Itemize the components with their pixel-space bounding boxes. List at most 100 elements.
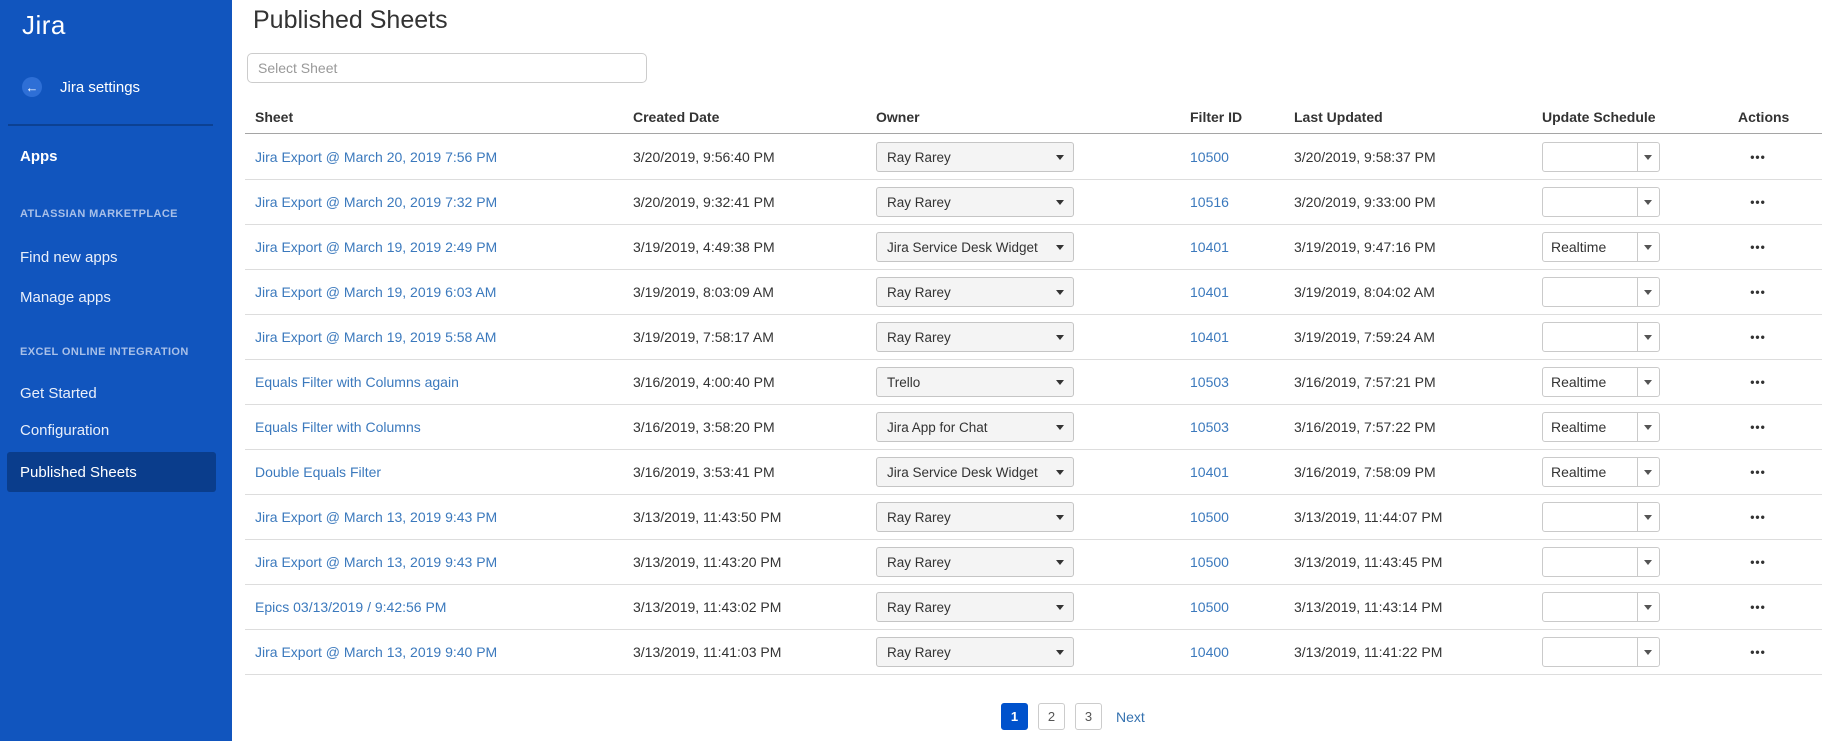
owner-select[interactable]: Ray Rarey bbox=[876, 502, 1074, 532]
update-schedule-select[interactable]: Realtime bbox=[1542, 232, 1660, 262]
actions-ellipsis-button[interactable]: ••• bbox=[1735, 285, 1781, 299]
filter-id-link[interactable]: 10516 bbox=[1190, 194, 1229, 210]
owner-select[interactable]: Ray Rarey bbox=[876, 142, 1074, 172]
table-header-row: SheetCreated DateOwnerFilter IDLast Upda… bbox=[245, 100, 1822, 134]
owner-select-value: Jira App for Chat bbox=[887, 420, 988, 435]
update-schedule-select[interactable] bbox=[1542, 502, 1660, 532]
sheet-link[interactable]: Jira Export @ March 20, 2019 7:56 PM bbox=[255, 149, 497, 165]
actions-ellipsis-button[interactable]: ••• bbox=[1735, 330, 1781, 344]
page-title: Published Sheets bbox=[253, 6, 448, 35]
dropdown-arrow-button[interactable] bbox=[1637, 188, 1659, 216]
sheet-link[interactable]: Equals Filter with Columns bbox=[255, 419, 421, 435]
filter-id-link[interactable]: 10401 bbox=[1190, 464, 1229, 480]
sheet-link[interactable]: Double Equals Filter bbox=[255, 464, 381, 480]
back-to-jira-settings-button[interactable]: ← Jira settings bbox=[22, 76, 140, 98]
dropdown-arrow-button[interactable] bbox=[1637, 548, 1659, 576]
update-schedule-select[interactable]: Realtime bbox=[1542, 367, 1660, 397]
owner-select[interactable]: Ray Rarey bbox=[876, 322, 1074, 352]
owner-select[interactable]: Trello bbox=[876, 367, 1074, 397]
dropdown-arrow-button[interactable] bbox=[1637, 143, 1659, 171]
actions-ellipsis-button[interactable]: ••• bbox=[1735, 420, 1781, 434]
update-schedule-select[interactable] bbox=[1542, 142, 1660, 172]
sheet-link[interactable]: Jira Export @ March 13, 2019 9:43 PM bbox=[255, 554, 497, 570]
dropdown-arrow-button[interactable] bbox=[1637, 638, 1659, 666]
sheet-link[interactable]: Epics 03/13/2019 / 9:42:56 PM bbox=[255, 599, 446, 615]
created-date-value: 3/13/2019, 11:41:03 PM bbox=[633, 644, 781, 660]
owner-select[interactable]: Ray Rarey bbox=[876, 637, 1074, 667]
actions-ellipsis-button[interactable]: ••• bbox=[1735, 150, 1781, 164]
actions-ellipsis-button[interactable]: ••• bbox=[1735, 510, 1781, 524]
update-schedule-select[interactable] bbox=[1542, 592, 1660, 622]
update-schedule-select[interactable]: Realtime bbox=[1542, 412, 1660, 442]
actions-ellipsis-button[interactable]: ••• bbox=[1735, 555, 1781, 569]
chevron-down-icon bbox=[1056, 335, 1064, 340]
sidebar-item-published-sheets[interactable]: Published Sheets bbox=[7, 452, 216, 492]
update-schedule-select[interactable]: Realtime bbox=[1542, 457, 1660, 487]
back-arrow-icon[interactable]: ← bbox=[22, 77, 42, 97]
sidebar-item-manage-apps[interactable]: Manage apps bbox=[0, 280, 232, 314]
sidebar: Jira ← Jira settings Apps ATLASSIAN MARK… bbox=[0, 0, 232, 741]
owner-select[interactable]: Ray Rarey bbox=[876, 547, 1074, 577]
dropdown-arrow-button[interactable] bbox=[1637, 413, 1659, 441]
update-schedule-select[interactable] bbox=[1542, 277, 1660, 307]
filter-id-link[interactable]: 10500 bbox=[1190, 509, 1229, 525]
sheet-link[interactable]: Jira Export @ March 20, 2019 7:32 PM bbox=[255, 194, 497, 210]
owner-select[interactable]: Jira Service Desk Widget bbox=[876, 232, 1074, 262]
page-button-2[interactable]: 2 bbox=[1038, 703, 1065, 730]
update-schedule-select[interactable] bbox=[1542, 322, 1660, 352]
filter-id-link[interactable]: 10503 bbox=[1190, 419, 1229, 435]
next-page-link[interactable]: Next bbox=[1116, 709, 1145, 725]
filter-id-link[interactable]: 10401 bbox=[1190, 239, 1229, 255]
sidebar-item-find-new-apps[interactable]: Find new apps bbox=[0, 240, 232, 274]
actions-ellipsis-button[interactable]: ••• bbox=[1735, 240, 1781, 254]
chevron-down-icon bbox=[1644, 245, 1652, 250]
update-schedule-select[interactable] bbox=[1542, 547, 1660, 577]
sheet-link[interactable]: Jira Export @ March 13, 2019 9:40 PM bbox=[255, 644, 497, 660]
owner-select[interactable]: Jira App for Chat bbox=[876, 412, 1074, 442]
sidebar-item-label: Manage apps bbox=[20, 289, 111, 306]
filter-id-link[interactable]: 10400 bbox=[1190, 644, 1229, 660]
owner-select[interactable]: Ray Rarey bbox=[876, 187, 1074, 217]
dropdown-arrow-button[interactable] bbox=[1637, 458, 1659, 486]
update-schedule-select[interactable] bbox=[1542, 187, 1660, 217]
sheet-link[interactable]: Jira Export @ March 19, 2019 5:58 AM bbox=[255, 329, 496, 345]
sheet-link[interactable]: Jira Export @ March 19, 2019 2:49 PM bbox=[255, 239, 497, 255]
sheet-link[interactable]: Equals Filter with Columns again bbox=[255, 374, 459, 390]
dropdown-arrow-button[interactable] bbox=[1637, 368, 1659, 396]
table-row: Equals Filter with Columns3/16/2019, 3:5… bbox=[245, 405, 1822, 450]
last-updated-value: 3/16/2019, 7:57:21 PM bbox=[1294, 374, 1436, 390]
sidebar-item-configuration[interactable]: Configuration bbox=[0, 413, 232, 447]
sidebar-item-get-started[interactable]: Get Started bbox=[0, 376, 232, 410]
sheet-link[interactable]: Jira Export @ March 13, 2019 9:43 PM bbox=[255, 509, 497, 525]
dropdown-arrow-button[interactable] bbox=[1637, 593, 1659, 621]
actions-ellipsis-button[interactable]: ••• bbox=[1735, 645, 1781, 659]
dropdown-arrow-button[interactable] bbox=[1637, 278, 1659, 306]
page-button-3[interactable]: 3 bbox=[1075, 703, 1102, 730]
filter-id-link[interactable]: 10500 bbox=[1190, 599, 1229, 615]
owner-select[interactable]: Jira Service Desk Widget bbox=[876, 457, 1074, 487]
filter-id-link[interactable]: 10500 bbox=[1190, 149, 1229, 165]
update-schedule-value: Realtime bbox=[1551, 464, 1606, 480]
actions-ellipsis-button[interactable]: ••• bbox=[1735, 195, 1781, 209]
update-schedule-select[interactable] bbox=[1542, 637, 1660, 667]
dropdown-arrow-button[interactable] bbox=[1637, 503, 1659, 531]
dropdown-arrow-button[interactable] bbox=[1637, 323, 1659, 351]
chevron-down-icon bbox=[1056, 470, 1064, 475]
actions-ellipsis-button[interactable]: ••• bbox=[1735, 465, 1781, 479]
filter-id-link[interactable]: 10401 bbox=[1190, 329, 1229, 345]
filter-id-link[interactable]: 10500 bbox=[1190, 554, 1229, 570]
filter-id-link[interactable]: 10401 bbox=[1190, 284, 1229, 300]
owner-select[interactable]: Ray Rarey bbox=[876, 277, 1074, 307]
last-updated-value: 3/19/2019, 8:04:02 AM bbox=[1294, 284, 1435, 300]
owner-select[interactable]: Ray Rarey bbox=[876, 592, 1074, 622]
dropdown-arrow-button[interactable] bbox=[1637, 233, 1659, 261]
table-row: Jira Export @ March 19, 2019 6:03 AM 3/19… bbox=[245, 270, 1822, 315]
page-button-1[interactable]: 1 bbox=[1001, 703, 1028, 730]
table-row: Jira Export @ March 20, 2019 7:56 PM3/20… bbox=[245, 135, 1822, 180]
select-sheet-input[interactable] bbox=[247, 53, 647, 83]
actions-ellipsis-button[interactable]: ••• bbox=[1735, 600, 1781, 614]
last-updated-value: 3/19/2019, 7:59:24 AM bbox=[1294, 329, 1435, 345]
filter-id-link[interactable]: 10503 bbox=[1190, 374, 1229, 390]
sheet-link[interactable]: Jira Export @ March 19, 2019 6:03 AM bbox=[255, 284, 496, 300]
actions-ellipsis-button[interactable]: ••• bbox=[1735, 375, 1781, 389]
